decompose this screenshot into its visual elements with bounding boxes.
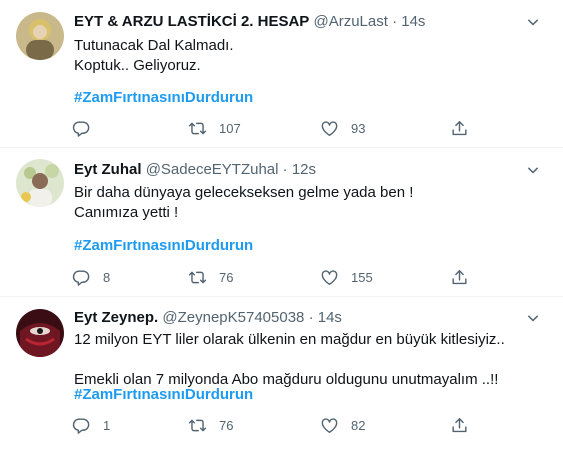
reply-icon [72, 416, 91, 435]
share-icon [450, 416, 469, 435]
separator: · [392, 13, 398, 30]
share-icon [450, 268, 469, 287]
reply-icon [72, 268, 91, 287]
reply-count: 1 [103, 417, 111, 433]
display-name[interactable]: Eyt Zuhal [74, 161, 142, 178]
tweet-actions: 107 93 [64, 114, 484, 142]
display-name[interactable]: EYT & ARZU LASTİKCİ 2. HESAP [74, 13, 309, 30]
separator: · [308, 309, 314, 326]
heart-icon [320, 268, 339, 287]
tweet[interactable]: Eyt Zeynep. @ZeynepK57405038 · 14s 12 mi… [0, 298, 563, 450]
hashtag-link[interactable]: #ZamFırtınasınıDurdurun [74, 236, 253, 256]
tweet[interactable]: Eyt Zuhal @SadeceEYTZuhal · 12s Bir daha… [0, 149, 563, 297]
reply-button[interactable]: 1 [72, 411, 110, 439]
reply-count: 8 [103, 269, 111, 285]
share-button[interactable] [450, 263, 469, 291]
user-handle[interactable]: @SadeceEYTZuhal [146, 161, 279, 178]
retweet-count: 76 [219, 269, 234, 285]
more-caret-icon[interactable] [523, 12, 543, 32]
retweet-button[interactable]: 107 [188, 114, 241, 142]
retweet-button[interactable]: 76 [188, 411, 233, 439]
like-count: 155 [351, 269, 373, 285]
like-button[interactable]: 93 [320, 114, 365, 142]
heart-icon [320, 119, 339, 138]
retweet-count: 76 [219, 417, 234, 433]
tweet[interactable]: EYT & ARZU LASTİKCİ 2. HESAP @ArzuLast ·… [0, 0, 563, 148]
tweet-feed: EYT & ARZU LASTİKCİ 2. HESAP @ArzuLast ·… [0, 0, 563, 450]
tweet-actions: 8 76 155 [64, 263, 484, 291]
tweet-actions: 1 76 82 [64, 411, 484, 439]
user-handle[interactable]: @ZeynepK57405038 [162, 309, 304, 326]
retweet-icon [188, 416, 207, 435]
reply-button[interactable] [72, 114, 103, 142]
tweet-header: Eyt Zuhal @SadeceEYTZuhal · 12s [74, 160, 523, 180]
more-caret-icon[interactable] [523, 160, 543, 180]
like-button[interactable]: 155 [320, 263, 373, 291]
more-caret-icon[interactable] [523, 308, 543, 328]
reply-icon [72, 119, 91, 138]
tweet-text: 12 milyon EYT liler olarak ülkenin en ma… [74, 331, 505, 388]
retweet-icon [188, 268, 207, 287]
timestamp[interactable]: 14s [318, 309, 342, 326]
user-handle[interactable]: @ArzuLast [313, 13, 387, 30]
share-button[interactable] [450, 114, 469, 142]
timestamp[interactable]: 14s [401, 13, 425, 30]
hashtag-link[interactable]: #ZamFırtınasınıDurdurun [74, 385, 253, 405]
tweet-header: Eyt Zeynep. @ZeynepK57405038 · 14s [74, 308, 523, 328]
like-count: 93 [351, 120, 366, 136]
retweet-count: 107 [219, 120, 241, 136]
retweet-button[interactable]: 76 [188, 263, 233, 291]
share-button[interactable] [450, 411, 469, 439]
hashtag-link[interactable]: #ZamFırtınasınıDurdurun [74, 88, 253, 108]
avatar[interactable] [16, 12, 64, 60]
avatar[interactable] [16, 309, 64, 357]
avatar[interactable] [16, 159, 64, 207]
share-icon [450, 119, 469, 138]
like-count: 82 [351, 417, 366, 433]
like-button[interactable]: 82 [320, 411, 365, 439]
heart-icon [320, 416, 339, 435]
tweet-header: EYT & ARZU LASTİKCİ 2. HESAP @ArzuLast ·… [74, 12, 523, 32]
separator: · [282, 161, 288, 178]
tweet-text: Tutunacak Dal Kalmadı. Koptuk.. Geliyoru… [74, 37, 234, 74]
retweet-icon [188, 119, 207, 138]
tweet-text: Bir daha dünyaya gelecekseksen gelme yad… [74, 184, 414, 221]
timestamp[interactable]: 12s [292, 161, 316, 178]
reply-button[interactable]: 8 [72, 263, 110, 291]
display-name[interactable]: Eyt Zeynep. [74, 309, 158, 326]
